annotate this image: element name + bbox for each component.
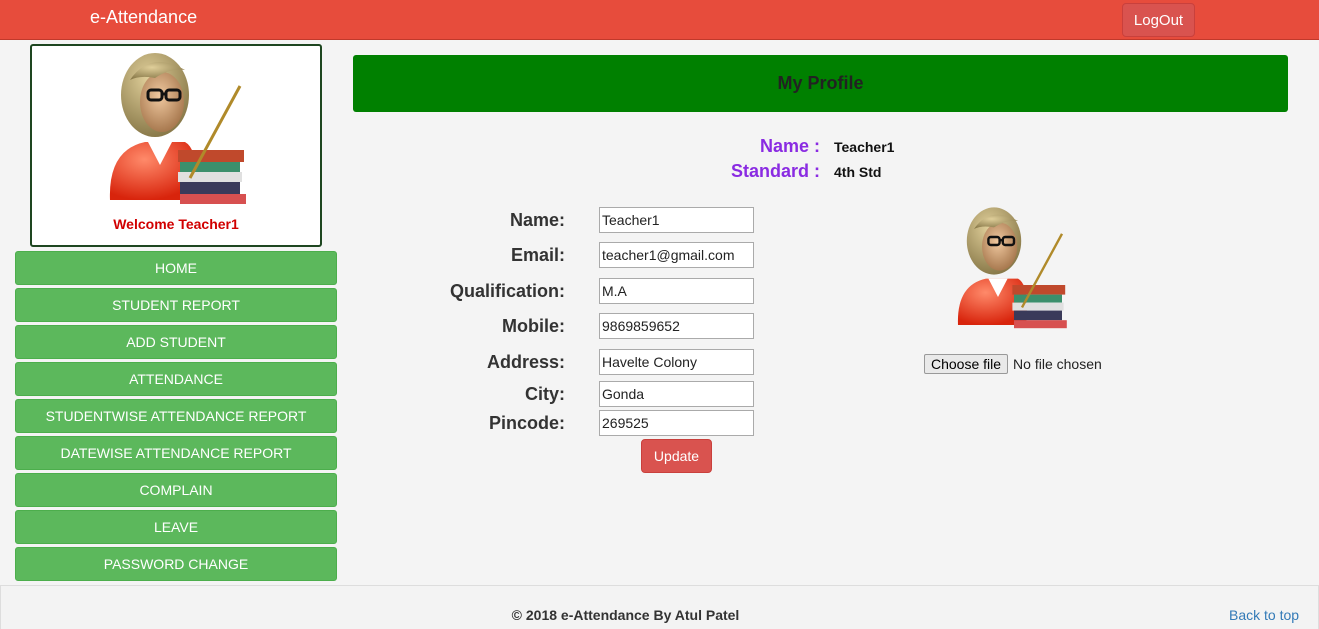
form-row-mobile: Mobile: [380, 313, 760, 341]
sidebar-menu: HOME STUDENT REPORT ADD STUDENT ATTENDAN… [15, 251, 337, 584]
form-row-name: Name: [380, 207, 760, 235]
address-field[interactable] [599, 349, 754, 375]
footer: © 2018 e-Attendance By Atul Patel Back t… [0, 585, 1319, 629]
profile-photo-icon [957, 207, 1067, 329]
mobile-label: Mobile: [502, 316, 565, 336]
choose-file-button[interactable]: Choose file [924, 354, 1009, 374]
top-navbar: e-Attendance LogOut [0, 0, 1319, 40]
name-field[interactable] [599, 207, 754, 233]
form-row-qualification: Qualification: [380, 278, 760, 306]
update-button[interactable]: Update [641, 439, 712, 473]
app-brand[interactable]: e-Attendance [90, 7, 197, 28]
summary-name-label: Name : [759, 136, 820, 156]
sidebar-item-attendance[interactable]: ATTENDANCE [15, 362, 337, 396]
logout-button[interactable]: LogOut [1122, 3, 1195, 37]
city-label: City: [525, 384, 565, 404]
sidebar-item-complain[interactable]: COMPLAIN [15, 473, 337, 507]
profile-card: Welcome Teacher1 [30, 44, 322, 247]
qualification-label: Qualification: [449, 281, 565, 301]
summary-standard-value: 4th Std [834, 164, 882, 180]
sidebar-item-datewise-report[interactable]: DATEWISE ATTENDANCE REPORT [15, 436, 337, 470]
qualification-field[interactable] [599, 278, 754, 304]
name-label: Name: [509, 210, 565, 230]
email-field[interactable] [599, 242, 754, 268]
page-title: My Profile [353, 55, 1288, 112]
sidebar-item-password-change[interactable]: PASSWORD CHANGE [15, 547, 337, 581]
form-row-address: Address: [380, 349, 760, 377]
profile-summary: Name : Teacher1 Standard : 4th Std [660, 136, 980, 186]
summary-standard-label: Standard : [730, 161, 820, 181]
pincode-label: Pincode: [488, 413, 565, 433]
sidebar-item-studentwise-report[interactable]: STUDENTWISE ATTENDANCE REPORT [15, 399, 337, 433]
sidebar-item-home[interactable]: HOME [15, 251, 337, 285]
back-to-top-link[interactable]: Back to top [1229, 607, 1299, 623]
email-label: Email: [510, 245, 565, 265]
summary-name-value: Teacher1 [834, 139, 895, 155]
sidebar-item-leave[interactable]: LEAVE [15, 510, 337, 544]
sidebar-item-add-student[interactable]: ADD STUDENT [15, 325, 337, 359]
form-row-email: Email: [380, 242, 760, 270]
city-field[interactable] [599, 381, 754, 407]
teacher-avatar-icon [109, 53, 246, 204]
form-row-pincode: Pincode: [380, 410, 760, 438]
address-label: Address: [486, 352, 565, 372]
welcome-text: Welcome Teacher1 [113, 216, 239, 232]
form-row-city: City: [380, 381, 760, 409]
copyright-text: © 2018 e-Attendance By Atul Patel [511, 607, 740, 623]
file-input: Choose file No file chosen [924, 354, 1102, 374]
file-status-text: No file chosen [1013, 356, 1102, 372]
pincode-field[interactable] [599, 410, 754, 436]
sidebar-item-student-report[interactable]: STUDENT REPORT [15, 288, 337, 322]
mobile-field[interactable] [599, 313, 754, 339]
